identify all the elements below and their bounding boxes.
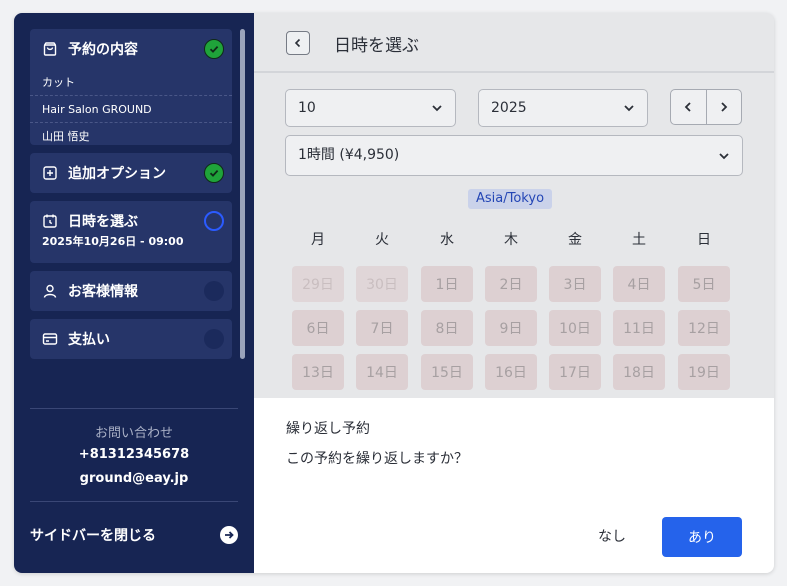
credit-card-icon — [42, 331, 58, 347]
calendar-day: 2日 — [485, 266, 537, 302]
service-name: カット — [30, 69, 232, 96]
calendar-day: 7日 — [356, 310, 408, 346]
sidebar-scrollbar[interactable] — [240, 29, 245, 359]
step-label: 予約の内容 — [68, 42, 138, 58]
chevron-down-icon — [719, 153, 729, 160]
staff-name: 山田 悟史 — [42, 130, 90, 143]
booking-window: 予約の内容 カット Hair Salon GROUND 山田 悟史 追加オプショ… — [14, 13, 774, 573]
divider — [30, 501, 238, 502]
contact-heading: お問い合わせ — [94, 426, 173, 441]
calendar-day: 17日 — [549, 354, 601, 390]
month-nav — [670, 89, 742, 125]
calendar-day: 29日 — [292, 266, 344, 302]
shopping-bag-icon — [42, 41, 58, 57]
step-customer-info[interactable]: お客様情報 — [30, 271, 232, 311]
calendar-day: 6日 — [292, 310, 344, 346]
dialog-question: この予約を繰り返しますか？ — [286, 451, 468, 467]
contact-phone[interactable]: +81312345678 — [14, 447, 254, 462]
weekday-header: 金 — [568, 232, 582, 248]
next-month-button[interactable] — [707, 90, 742, 124]
step-header: 追加オプション — [30, 153, 232, 193]
weekday-header: 月 — [311, 232, 325, 248]
step-select-datetime[interactable]: 日時を選ぶ 2025年10月26日 - 09:00 — [30, 201, 232, 263]
contact-email[interactable]: ground@eay.jp — [14, 471, 254, 486]
weekday-header: 木 — [504, 232, 518, 248]
chevron-right-icon — [721, 102, 728, 112]
calendar-day: 30日 — [356, 266, 408, 302]
year-value: 2025 — [491, 100, 527, 116]
calendar-day: 1日 — [421, 266, 473, 302]
step-label: 支払い — [68, 332, 110, 348]
step-payment[interactable]: 支払い — [30, 319, 232, 359]
calendar-day: 13日 — [292, 354, 344, 390]
dialog-title: 繰り返し予約 — [286, 421, 370, 437]
calendar-day: 14日 — [356, 354, 408, 390]
step-booking-details[interactable]: 予約の内容 カット Hair Salon GROUND 山田 悟史 — [30, 29, 232, 145]
step-pending-indicator — [204, 329, 224, 349]
chevron-left-icon — [684, 102, 691, 112]
step-header: お客様情報 — [30, 271, 232, 311]
calendar-day: 19日 — [678, 354, 730, 390]
step-done-check-icon — [204, 163, 224, 183]
calendar-day: 3日 — [549, 266, 601, 302]
step-pending-indicator — [204, 281, 224, 301]
step-done-check-icon — [204, 39, 224, 59]
close-sidebar-button[interactable]: サイドバーを閉じる — [30, 525, 238, 545]
step-header: 支払い — [30, 319, 232, 359]
chevron-down-icon — [432, 105, 442, 112]
sidebar: 予約の内容 カット Hair Salon GROUND 山田 悟史 追加オプショ… — [14, 13, 254, 573]
weekday-header: 日 — [697, 232, 711, 248]
duration-value: 1時間 (¥4,950) — [298, 147, 400, 163]
back-button[interactable] — [286, 31, 310, 55]
calendar-day: 11日 — [613, 310, 665, 346]
calendar-day: 16日 — [485, 354, 537, 390]
prev-month-button[interactable] — [671, 90, 707, 124]
step-header: 予約の内容 — [30, 29, 232, 69]
calendar-day: 5日 — [678, 266, 730, 302]
repeat-booking-dialog: 繰り返し予約 この予約を繰り返しますか？ なし あり — [254, 398, 774, 573]
calendar-day: 12日 — [678, 310, 730, 346]
weekday-header: 水 — [440, 232, 454, 248]
step-label: 日時を選ぶ — [68, 214, 138, 230]
arrow-right-circle-icon — [220, 526, 238, 544]
weekday-header: 火 — [375, 232, 389, 248]
no-button[interactable]: なし — [584, 518, 640, 554]
year-select[interactable]: 2025 — [478, 89, 648, 127]
step-label: お客様情報 — [68, 284, 138, 300]
user-icon — [42, 283, 58, 299]
step-current-indicator — [204, 211, 224, 231]
calendar-day: 4日 — [613, 266, 665, 302]
plus-square-icon — [42, 165, 58, 181]
timezone-badge: Asia/Tokyo — [468, 189, 553, 209]
header-bar: 日時を選ぶ — [254, 13, 774, 73]
calendar-day: 15日 — [421, 354, 473, 390]
calendar-clock-icon — [42, 213, 58, 229]
calendar-day: 9日 — [485, 310, 537, 346]
duration-select[interactable]: 1時間 (¥4,950) — [285, 135, 743, 176]
salon-name: Hair Salon GROUND — [30, 96, 232, 123]
calendar-day: 8日 — [421, 310, 473, 346]
divider — [30, 408, 238, 409]
month-value: 10 — [298, 100, 316, 116]
month-select[interactable]: 10 — [285, 89, 456, 127]
main-panel: 日時を選ぶ 10 2025 1時間 (¥4,950) Asia/Tokyo 月 … — [254, 13, 774, 573]
chevron-down-icon — [624, 105, 634, 112]
calendar-day: 18日 — [613, 354, 665, 390]
weekday-header: 土 — [632, 232, 646, 248]
step-label: 追加オプション — [68, 166, 166, 182]
chevron-left-icon — [294, 38, 301, 48]
calendar-day: 10日 — [549, 310, 601, 346]
page-title: 日時を選ぶ — [334, 36, 419, 56]
step-header: 日時を選ぶ — [30, 201, 232, 241]
close-sidebar-label: サイドバーを閉じる — [30, 528, 156, 544]
yes-button[interactable]: あり — [662, 517, 742, 557]
step-add-options[interactable]: 追加オプション — [30, 153, 232, 193]
